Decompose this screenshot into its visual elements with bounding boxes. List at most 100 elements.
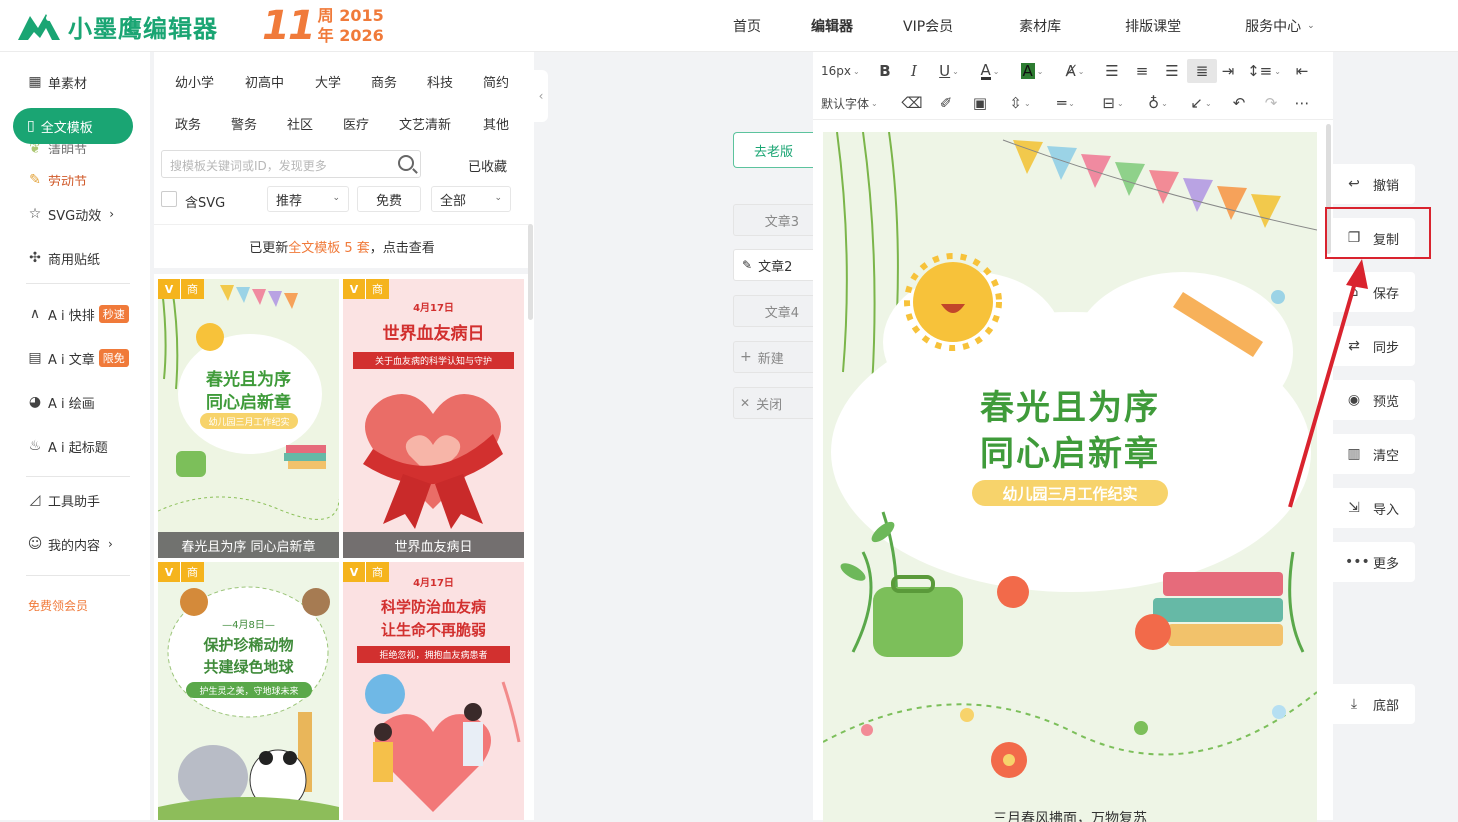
vip-tag: V <box>158 279 180 299</box>
card-title-line2: 同心启新章 <box>206 393 291 413</box>
panel-scrollbar[interactable] <box>528 224 533 320</box>
category-tab[interactable]: 科技 <box>427 72 453 91</box>
category-tab[interactable]: 大学 <box>315 72 341 91</box>
template-card[interactable]: V 商 春光且为序 同心启新章 幼儿园三月工作纪实 春光且为序 同心启新章 <box>158 279 339 558</box>
redo-icon[interactable]: ↷ <box>1255 91 1287 115</box>
template-card[interactable]: V 商 4月17日 科学防治血友病 让生命不再脆弱 拒绝忽视，拥抱血友病患者 <box>343 562 524 820</box>
sidebar-divider <box>26 476 130 477</box>
sidebar-item-ai-drawing[interactable]: ◕ A i 绘画 <box>26 392 95 412</box>
sidebar-item-templates[interactable]: ▯ 全文模板 <box>13 108 133 144</box>
category-tab[interactable]: 幼小学 <box>175 72 214 91</box>
free-badge: 限免 <box>98 349 129 367</box>
user-icon: ☺ <box>27 536 43 552</box>
nav-vip[interactable]: VIP会员 <box>903 16 953 36</box>
sidebar-item-ai-article[interactable]: ▤ A i 文章 限免 <box>26 348 129 368</box>
category-tab[interactable]: 其他 <box>483 114 509 133</box>
font-size-select[interactable]: 16px ⌄ <box>821 59 871 83</box>
chevron-left-icon: ‹ <box>538 89 544 103</box>
sidebar-item-labor-day[interactable]: ✎ 劳动节 <box>26 174 87 186</box>
doc-tab-label: 文章3 <box>764 214 799 230</box>
nav-home[interactable]: 首页 <box>733 16 761 36</box>
close-doc-button[interactable]: ✕ 关闭 <box>733 387 813 419</box>
more-dots-icon[interactable]: ⋯ <box>1287 91 1317 115</box>
sidebar-item-ai-title[interactable]: ♨ A i 起标题 <box>26 436 108 456</box>
category-tab[interactable]: 医疗 <box>343 114 369 133</box>
bulb-icon[interactable]: ♁ ⌄ <box>1137 91 1179 115</box>
card-title-line1: 科学防治血友病 <box>380 598 486 616</box>
collapse-toolbar-icon[interactable]: ⇤ <box>1289 59 1315 83</box>
format-painter-icon[interactable]: ✐ <box>929 91 963 115</box>
article-canvas[interactable]: 春光且为序 同心启新章 幼儿园三月工作纪实 三月春风拂面，万物复苏 <box>823 132 1317 822</box>
align-right-icon[interactable]: ☰ <box>1157 59 1187 83</box>
highlight-box <box>1325 207 1431 259</box>
free-membership-link[interactable]: 免费领会员 <box>28 595 88 615</box>
sort-select[interactable]: 推荐 ⌄ <box>267 186 349 212</box>
font-color-icon[interactable]: A ⌄ <box>969 59 1011 83</box>
sidebar-item-ai-layout[interactable]: ∧ A i 快排 秒速 <box>26 304 129 324</box>
star-icon: ☆ <box>28 206 42 222</box>
main-nav: 首页 编辑器 VIP会员 素材库 排版课堂 服务中心 ⌄ <box>733 0 1315 52</box>
template-search-input[interactable]: 搜模板关键词或ID，发现更多 <box>161 150 421 178</box>
nav-service[interactable]: 服务中心 <box>1245 16 1301 36</box>
sidebar-item-stickers[interactable]: ✣ 商用贴纸 <box>26 248 100 268</box>
close-doc-label: 关闭 <box>756 397 783 413</box>
paragraph-spacing-icon[interactable]: ⇳ ⌄ <box>997 91 1043 115</box>
eraser-icon[interactable]: ⌫ <box>895 91 929 115</box>
align-left-icon[interactable]: ☰ <box>1097 59 1127 83</box>
old-version-button[interactable]: 去老版 <box>733 132 813 168</box>
card-title-line1: 春光且为序 <box>206 370 291 390</box>
doc-tab-3[interactable]: 文章3 <box>733 204 813 236</box>
category-tab[interactable]: 文艺清新 <box>399 114 451 133</box>
category-tab[interactable]: 初高中 <box>245 72 284 91</box>
template-card[interactable]: V 商 4月17日 世界血友病日 关于血友病的科学认知与守护 世界血友病日 <box>343 279 524 558</box>
category-tab[interactable]: 简约 <box>483 72 509 91</box>
image-icon[interactable]: ▣ <box>963 91 997 115</box>
category-tab[interactable]: 社区 <box>287 114 313 133</box>
category-tab[interactable]: 商务 <box>371 72 397 91</box>
update-notice[interactable]: 已更新 全文模板 5 套 ，点击查看 <box>154 224 530 274</box>
svg-checkbox[interactable] <box>161 191 177 207</box>
category-tab[interactable]: 警务 <box>231 114 257 133</box>
sidebar-item-my-content[interactable]: ☺ 我的内容 › <box>26 534 113 554</box>
favorites-link[interactable]: 已收藏 <box>468 156 507 175</box>
grid-icon: ▦ <box>28 74 42 90</box>
bold-icon[interactable]: B <box>871 59 899 83</box>
card-subtitle: 关于血友病的科学认知与守护 <box>353 352 514 369</box>
indent-icon[interactable]: ⇥ <box>1217 59 1239 83</box>
sidebar-item-tools[interactable]: ◿ 工具助手 <box>26 490 100 510</box>
bottom-button[interactable]: ⤓ 底部 <box>1333 684 1415 724</box>
template-card[interactable]: V 商 —4月8日— 保护珍稀动物 共建绿色地球 护生灵之美，守地球未来 <box>158 562 339 820</box>
search-icon[interactable] <box>398 155 414 171</box>
doc-tab-2[interactable]: ✎ 文章2 <box>733 249 813 281</box>
justify-icon[interactable]: ≣ <box>1187 59 1217 83</box>
clear-format-text-icon[interactable]: Ⱥ ⌄ <box>1053 59 1097 83</box>
divider-icon[interactable]: ═ ⌄ <box>1043 91 1089 115</box>
price-filter[interactable]: 免费 <box>357 186 421 212</box>
doc-tab-4[interactable]: 文章4 <box>733 295 813 327</box>
nav-materials[interactable]: 素材库 <box>1019 16 1061 36</box>
italic-icon[interactable]: I <box>899 59 929 83</box>
highlight-color-icon[interactable]: A ⌄ <box>1011 59 1053 83</box>
undo-icon[interactable]: ↶ <box>1223 91 1255 115</box>
nav-course[interactable]: 排版课堂 <box>1125 16 1181 36</box>
collapse-panel-button[interactable]: ‹ <box>534 70 548 122</box>
arrow-icon[interactable]: ↙ ⌄ <box>1179 91 1223 115</box>
sidebar-item-materials[interactable]: ▦ 单素材 <box>26 72 87 92</box>
nav-editor[interactable]: 编辑器 <box>811 16 853 36</box>
category-tab[interactable]: 政务 <box>175 114 201 133</box>
range-select[interactable]: 全部 ⌄ <box>431 186 511 212</box>
undo-button[interactable]: ↩ 撤销 <box>1333 164 1415 204</box>
logo[interactable]: 小墨鹰编辑器 <box>16 8 218 44</box>
sidebar-item-svg[interactable]: ☆ SVG动效 › <box>26 204 114 224</box>
editor-area[interactable]: 春光且为序 同心启新章 幼儿园三月工作纪实 三月春风拂面，万物复苏 <box>813 120 1333 822</box>
sidebar-item-qingming[interactable]: ❦ 清明节 <box>26 144 87 154</box>
ai-icon: ∧ <box>29 306 41 322</box>
line-height-icon[interactable]: ↕≡ ⌄ <box>1239 59 1289 83</box>
new-doc-button[interactable]: + 新建 <box>733 341 813 373</box>
margin-icon[interactable]: ⊟ ⌄ <box>1089 91 1137 115</box>
underline-icon[interactable]: U ⌄ <box>929 59 969 83</box>
more-button[interactable]: ••• 更多 <box>1333 542 1415 582</box>
align-center-icon[interactable]: ≡ <box>1127 59 1157 83</box>
font-family-select[interactable]: 默认字体 ⌄ <box>821 91 895 115</box>
range-select-value: 全部 <box>440 193 467 209</box>
